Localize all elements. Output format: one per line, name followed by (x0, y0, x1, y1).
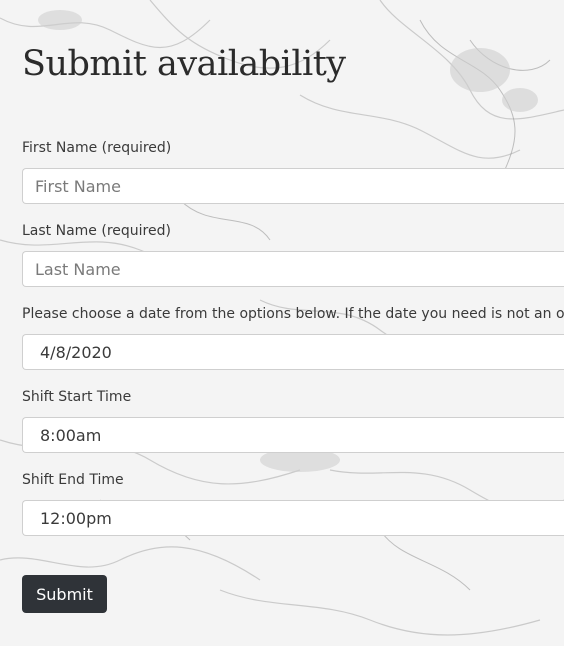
shift-start-selected-value: 8:00am (40, 425, 102, 445)
first-name-input[interactable] (22, 168, 564, 204)
last-name-input[interactable] (22, 251, 564, 287)
shift-end-label: Shift End Time (22, 472, 124, 488)
shift-start-select[interactable]: 8:00am (22, 417, 564, 453)
date-select[interactable]: 4/8/2020 (22, 334, 564, 370)
date-selected-value: 4/8/2020 (40, 342, 112, 362)
shift-end-select[interactable]: 12:00pm (22, 500, 564, 536)
page-title: Submit availability (22, 44, 346, 84)
shift-start-label: Shift Start Time (22, 389, 132, 405)
last-name-label: Last Name (required) (22, 223, 171, 239)
submit-button[interactable]: Submit (22, 575, 107, 613)
date-label: Please choose a date from the options be… (22, 306, 564, 322)
first-name-label: First Name (required) (22, 140, 172, 156)
shift-end-selected-value: 12:00pm (40, 508, 112, 528)
marble-background (0, 0, 564, 646)
